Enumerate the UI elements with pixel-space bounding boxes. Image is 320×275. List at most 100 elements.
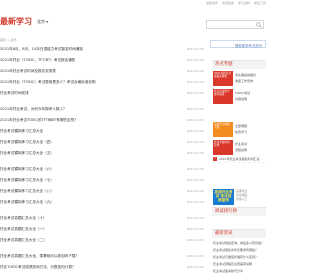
list-item[interactable]: 2021年6月、8月、10月日语能力考试报名时间通知 2021-02-05 bbox=[0, 45, 206, 53]
list-item[interactable]: 2021年托业考试时间及报名安排表 2021-02-05 bbox=[0, 67, 206, 75]
rank-item[interactable]: 1 2021年托业考试报名时间汇总 bbox=[213, 156, 266, 163]
ranking-title: 阅读排行榜 bbox=[212, 207, 266, 216]
top-bar: 最新资讯 考试动态 学习资料 考生工具 bbox=[0, 0, 268, 8]
list-item[interactable]: 托业考试模拟练习汇总大全（九） 2021-02-05 bbox=[0, 198, 206, 206]
list-item[interactable]: 托业TOEIC考试成绩查询方法，分数如何计算？ 2021-02-05 bbox=[0, 263, 206, 271]
article-date: 2021-02-05 bbox=[186, 118, 204, 122]
article-title[interactable]: 2021年托业考试，为何今年报考人数少？ bbox=[0, 107, 67, 111]
list-item[interactable]: 托业考试真题汇总大全，零基础可以参加吗下载？ 2021-02-05 bbox=[0, 252, 206, 260]
top-link[interactable]: 学习资料 bbox=[238, 1, 250, 5]
city-selector[interactable]: 北京▼ bbox=[37, 19, 48, 25]
article-title[interactable]: 托业考试模拟练习汇总大全（五） bbox=[0, 151, 54, 155]
news-item[interactable]: 托业考试报名条件及要求有哪些？ bbox=[213, 247, 266, 254]
top-links: 最新资讯 考试动态 学习资料 考生工具 bbox=[203, 1, 266, 5]
list-item[interactable]: 2021年托业（TOEIC）考试费用是多少？考试合格标准说明 2021-02-05 bbox=[0, 78, 206, 86]
article-date: 2021-02-05 bbox=[186, 58, 204, 62]
article-date: 2021-02-05 bbox=[186, 91, 204, 95]
article-title[interactable]: 托业TOEIC考试成绩查询方法，分数如何计算？ bbox=[0, 265, 76, 269]
article-title[interactable]: 2021年托业（TOEIC）考试费用是多少？考试合格标准说明 bbox=[0, 80, 95, 84]
article-date: 2021-02-05 bbox=[186, 265, 204, 269]
site-header: 最新学习 北京▼ bbox=[0, 10, 268, 34]
article-date: 2021-02-05 bbox=[186, 47, 204, 51]
article-date: 2021-02-05 bbox=[186, 254, 204, 258]
list-item[interactable]: 托业考试模拟练习汇总大全（七） 2021-02-05 bbox=[0, 176, 206, 184]
list-item[interactable]: 2021年托业考试，为何今年报考人数少？ 2021-02-05 bbox=[0, 105, 206, 113]
rank-text[interactable]: 2021年托业考试报名时间汇总 bbox=[219, 157, 260, 161]
list-item[interactable]: 托业考试模拟练习汇总大全（四） 2021-02-05 bbox=[0, 138, 206, 146]
article-title[interactable]: 托业考试真题汇总大全（二） bbox=[0, 238, 47, 242]
article-date: 2021-02-05 bbox=[186, 129, 204, 133]
list-item[interactable]: 托业考试真题汇总大全（一） 2021-02-05 bbox=[0, 225, 206, 233]
promo-banner-side: 英语托业 考试成绩 查询入口 bbox=[236, 189, 247, 201]
list-item[interactable]: 2021年托业（TOEIC、TFT/BT）考试报名通知 2021-02-05 bbox=[0, 56, 206, 64]
list-item[interactable]: 托业考试真题汇总大全（十） 2021-02-05 bbox=[0, 214, 206, 222]
article-date: 2021-02-05 bbox=[186, 216, 204, 220]
list-item[interactable]: 2021年托业考试TOEIC的TFT和BT有哪些区别？ 2021-02-05 bbox=[0, 116, 206, 124]
list-item[interactable]: 托业考试真题汇总大全（二） 2021-02-05 bbox=[0, 236, 206, 244]
article-date: 2021-02-05 bbox=[186, 200, 204, 204]
hot-topic-line: 流程说明 bbox=[235, 148, 248, 152]
news-item[interactable]: 托业考试与雅思托福有什么区别？ bbox=[213, 254, 266, 261]
article-date: 2021-02-05 bbox=[186, 238, 204, 242]
article-title[interactable]: 2021年托业（TOEIC、TFT/BT）考试报名通知 bbox=[0, 58, 75, 62]
hot-topic-thumb[interactable]: 托业考试新手备考指南 bbox=[213, 89, 233, 104]
rank-number: 1 bbox=[213, 157, 217, 161]
article-title[interactable]: 托业考试真题汇总大全（一） bbox=[0, 227, 47, 231]
article-title[interactable]: 托业考试模拟练习汇总大全（四） bbox=[0, 140, 54, 144]
hot-topic-line: 内容说明 bbox=[235, 97, 248, 101]
article-title[interactable]: 托业考试模拟练习汇总大全（八） bbox=[0, 189, 54, 193]
chevron-down-icon: ▼ bbox=[46, 20, 49, 24]
article-date: 2021-02-05 bbox=[186, 80, 204, 84]
news-item[interactable]: 托业考试备考技巧分享 bbox=[213, 268, 266, 275]
promo-banner[interactable]: 英语托业考试 考试成绩查询 bbox=[213, 189, 234, 205]
article-title[interactable]: 托业考试真题汇总大全（十） bbox=[0, 216, 47, 220]
latest-news-title: 最新资讯 bbox=[212, 229, 266, 238]
article-title[interactable]: 托业考试模拟练习汇总大全（六） bbox=[0, 167, 54, 171]
list-item[interactable]: 托业考试时间安排 2021-02-05 bbox=[0, 89, 206, 97]
hot-topic-item[interactable]: 托业考试时间安排 托业考试 流程说明 bbox=[213, 139, 266, 156]
hot-topic-line: 托业考试 bbox=[235, 142, 248, 146]
article-date: 2021-02-05 bbox=[186, 167, 204, 171]
top-link[interactable]: 考试动态 bbox=[222, 1, 234, 5]
hot-topic-thumb[interactable]: 托业考试时间安排 bbox=[213, 140, 233, 155]
hot-topic-thumb[interactable]: 2021年托业考试报名通知 bbox=[213, 71, 233, 86]
article-title[interactable]: 2021年6月、8月、10月日语能力考试报名时间通知 bbox=[0, 47, 83, 51]
article-title[interactable]: 2021年托业考试TOEIC的TFT和BT有哪些区别？ bbox=[0, 118, 78, 122]
list-item[interactable]: 托业考试模拟练习汇总大全（八） 2021-02-05 bbox=[0, 187, 206, 195]
top-link[interactable]: 考生工具 bbox=[254, 1, 266, 5]
article-title[interactable]: 托业考试真题汇总大全，零基础可以参加吗下载？ bbox=[0, 254, 79, 258]
article-date: 2021-02-05 bbox=[186, 140, 204, 144]
hot-topic-line: 全部课程 bbox=[235, 124, 248, 128]
hot-topics-title: 热点专题 bbox=[212, 60, 266, 69]
hot-topic-line: 考生需提前做好 bbox=[235, 73, 257, 77]
hot-topic-line: TOEIC考试 bbox=[235, 91, 251, 95]
list-item[interactable]: 托业考试模拟练习汇总大全（六） 2021-02-05 bbox=[0, 165, 206, 173]
promo-line: 查询入口 bbox=[236, 197, 248, 201]
article-date: 2021-02-05 bbox=[186, 107, 204, 111]
breadcrumb: 首页 > 资讯 bbox=[0, 38, 17, 42]
hot-topic-item[interactable]: 英语学习资料下载 全部课程 免费学习 bbox=[213, 121, 266, 138]
article-date: 2021-02-05 bbox=[186, 69, 204, 73]
hot-topic-item[interactable]: 2021年托业考试报名通知 考生需提前做好 准备工作安排 bbox=[213, 70, 266, 87]
article-date: 2021-02-05 bbox=[186, 178, 204, 182]
site-logo[interactable]: 最新学习 bbox=[0, 16, 32, 27]
article-title[interactable]: 托业考试模拟练习汇总大全（七） bbox=[0, 178, 54, 182]
news-item[interactable]: 托业考试成绩查询，成绩多少算及格？ bbox=[213, 240, 266, 247]
search-icon[interactable] bbox=[256, 22, 262, 28]
news-item[interactable]: 托业考试流程及注意事项说明 bbox=[213, 261, 266, 268]
hot-topic-thumb[interactable]: 英语学习资料下载 bbox=[213, 122, 233, 137]
article-title[interactable]: 托业考试模拟练习汇总大全 bbox=[0, 129, 43, 133]
article-date: 2021-02-05 bbox=[186, 189, 204, 193]
hot-topic-line: 免费学习 bbox=[235, 130, 248, 134]
article-title[interactable]: 2021年托业考试时间及报名安排表 bbox=[0, 69, 56, 73]
search-input[interactable] bbox=[206, 20, 264, 29]
side-search-input[interactable]: 搜索更多考试资讯 bbox=[210, 40, 266, 48]
top-link[interactable]: 最新资讯 bbox=[206, 1, 218, 5]
list-item[interactable]: 托业考试模拟练习汇总大全 2021-02-05 bbox=[0, 127, 206, 135]
article-title[interactable]: 托业考试模拟练习汇总大全（九） bbox=[0, 200, 54, 204]
article-title[interactable]: 托业考试时间安排 bbox=[0, 91, 29, 95]
article-date: 2021-02-05 bbox=[186, 227, 204, 231]
article-date: 2021-02-05 bbox=[186, 151, 204, 155]
list-item[interactable]: 托业考试模拟练习汇总大全（五） 2021-02-05 bbox=[0, 149, 206, 157]
hot-topic-item[interactable]: 托业考试新手备考指南 TOEIC考试 内容说明 bbox=[213, 88, 266, 105]
